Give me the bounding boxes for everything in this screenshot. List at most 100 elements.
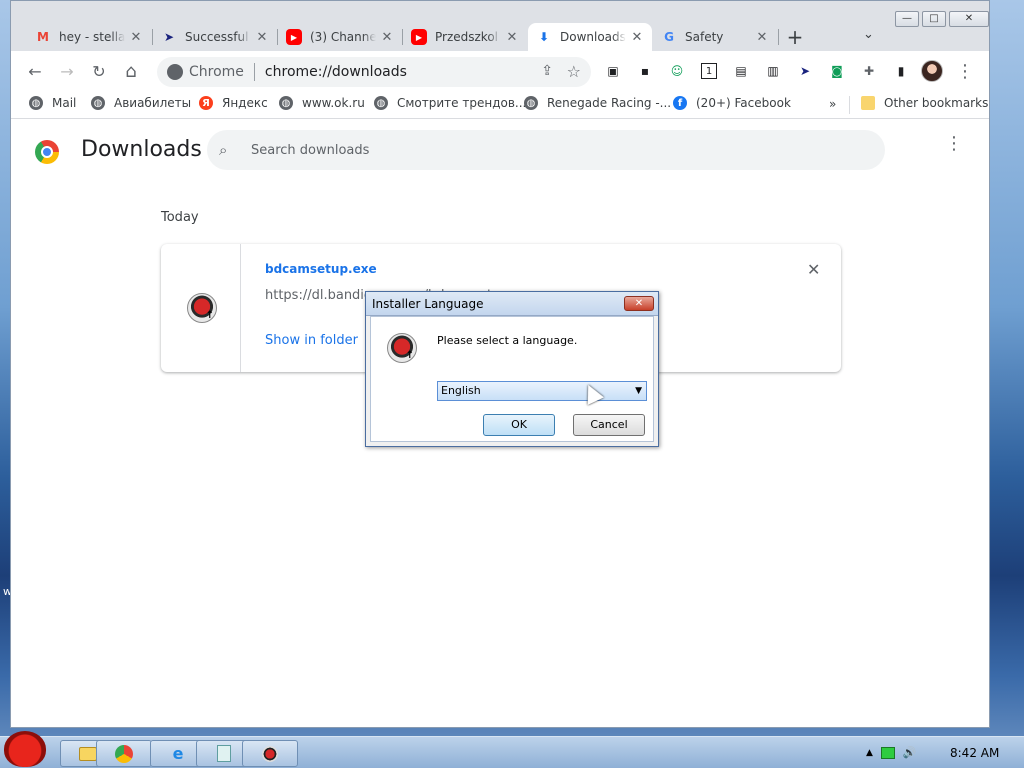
extension-icon[interactable]: ◙ [829,63,845,79]
search-bar[interactable]: ⌕ [207,130,885,170]
extension-icon[interactable]: ▥ [765,63,781,79]
ie-icon: e [172,744,184,763]
folder-icon [861,96,875,110]
url-text[interactable]: chrome://downloads [265,64,407,80]
bookmark-label: (20+) Facebook [696,96,791,110]
extensions-puzzle-icon[interactable]: ✚ [861,63,877,79]
profile-avatar[interactable] [921,60,943,82]
tab-close-icon[interactable]: ✕ [255,30,269,45]
minimize-button[interactable]: — [895,11,919,27]
chrome-site-icon [167,64,183,80]
search-icon: ⌕ [219,141,228,159]
page-title: Downloads [81,137,202,162]
system-tray: ▲ 🔊 [866,746,917,759]
cancel-button[interactable]: Cancel [573,414,645,436]
notepad-icon [217,745,231,762]
close-window-button[interactable]: ✕ [949,11,989,27]
facebook-icon: f [673,96,687,110]
tab-close-icon[interactable]: ✕ [505,30,519,45]
youtube-icon: ▶ [411,29,427,45]
bookmark-ok[interactable]: ◍ www.ok.ru [279,96,365,110]
dialog-title: Installer Language [372,297,484,311]
address-bar[interactable]: Chrome chrome://downloads ⇪ ☆ [157,57,591,87]
restore-button[interactable]: □ [922,11,946,27]
extension-icon[interactable]: ➤ [797,63,813,79]
globe-icon: ◍ [524,96,538,110]
tab-close-icon[interactable]: ✕ [129,30,143,45]
tab-gmail[interactable]: M hey - stella ✕ [27,23,151,51]
site-label: Chrome [189,64,244,80]
bookmark-aviabilety[interactable]: ◍ Авиабилеты [91,96,191,110]
google-icon: G [664,30,674,44]
bookmark-trends[interactable]: ◍ Смотрите трендов... [374,96,526,110]
extension-icon[interactable]: ▤ [733,63,749,79]
dialog-message: Please select a language. [437,334,578,347]
tab-youtube-channel[interactable]: ▶ (3) Channel ✕ [278,23,402,51]
home-button[interactable]: ⌂ [121,61,141,82]
taskbar: e ▲ 🔊 8:42 AM [0,731,1024,768]
bookmark-label: Renegade Racing -... [547,96,672,110]
new-tab-button[interactable]: + [783,25,807,49]
remove-download-icon[interactable]: ✕ [807,260,820,279]
downloads-menu-icon[interactable]: ⋮ [945,135,963,153]
bookmark-yandex[interactable]: Я Яндекс [199,96,268,110]
bookmark-label: www.ok.ru [302,96,365,110]
bookmark-star-icon[interactable]: ☆ [567,62,581,81]
side-panel-icon[interactable]: ▮ [893,63,909,79]
reload-button[interactable]: ↻ [89,61,109,81]
tab-downloads[interactable]: ⬇ Downloads ✕ [528,23,652,51]
bandicam-icon: ↑ [387,333,417,363]
tab-strip: — □ ✕ M hey - stella ✕ ➤ Successful ✕ ▶ … [11,1,989,51]
folder-icon [79,746,97,761]
bookmark-renegade[interactable]: ◍ Renegade Racing -... [524,96,671,110]
language-select[interactable]: English ▼ [437,381,647,401]
bookmark-label: Яндекс [222,96,268,110]
arrow-cursor-icon: ➤ [163,30,175,44]
clock[interactable]: 8:42 AM [950,746,999,760]
tab-close-icon[interactable]: ✕ [630,30,644,45]
back-button[interactable]: ← [25,61,45,81]
installer-language-dialog: Installer Language ✕ ↑ Please select a l… [365,291,659,447]
dialog-titlebar: Installer Language ✕ [366,292,658,316]
extension-icon[interactable]: ▣ [605,63,621,79]
volume-icon[interactable]: 🔊 [903,746,917,759]
taskbar-chrome[interactable] [96,740,152,767]
show-in-folder-link[interactable]: Show in folder [265,333,358,348]
ok-button[interactable]: OK [483,414,555,436]
chrome-logo-icon [35,140,59,164]
dropdown-arrow-icon[interactable]: ▼ [635,382,642,400]
tab-title: Downloads [560,30,626,44]
tab-youtube-przedszkole[interactable]: ▶ Przedszkol ✕ [403,23,527,51]
share-icon[interactable]: ⇪ [541,63,553,79]
tab-close-icon[interactable]: ✕ [380,30,394,45]
dialog-close-button[interactable]: ✕ [624,296,654,311]
start-button-angry-bird-icon[interactable] [4,731,46,767]
tab-close-icon[interactable]: ✕ [755,30,769,45]
extension-icon[interactable]: ☺ [669,63,685,79]
bookmark-facebook[interactable]: f (20+) Facebook [673,96,791,110]
bookmarks-overflow-icon[interactable]: » [829,97,836,111]
tab-safety[interactable]: G Safety ✕ [653,23,777,51]
extension-icon[interactable]: ▪ [637,63,653,79]
tab-search-chevron-icon[interactable]: ⌄ [863,27,874,42]
extension-icon[interactable]: 1 [701,63,717,79]
file-icon-column: ↑ [161,244,241,372]
globe-icon: ◍ [279,96,293,110]
tab-successful[interactable]: ➤ Successful ✕ [153,23,277,51]
yandex-icon: Я [199,96,213,110]
network-icon[interactable] [880,746,895,759]
tab-separator [778,29,779,45]
other-bookmarks-folder[interactable]: Other bookmarks [861,96,988,110]
file-name-link[interactable]: bdcamsetup.exe [265,262,377,276]
bandicam-file-icon: ↑ [187,293,217,323]
youtube-icon: ▶ [286,29,302,45]
gmail-icon: M [37,30,49,44]
chrome-menu-icon[interactable]: ⋮ [955,61,975,82]
search-input[interactable] [251,142,851,158]
tab-title: (3) Channel [310,30,376,44]
globe-icon: ◍ [91,96,105,110]
bookmark-mail[interactable]: ◍ Mail [29,96,76,110]
show-hidden-icons-icon[interactable]: ▲ [866,748,873,758]
taskbar-bandicam[interactable] [242,740,298,767]
forward-button[interactable]: → [57,61,77,81]
